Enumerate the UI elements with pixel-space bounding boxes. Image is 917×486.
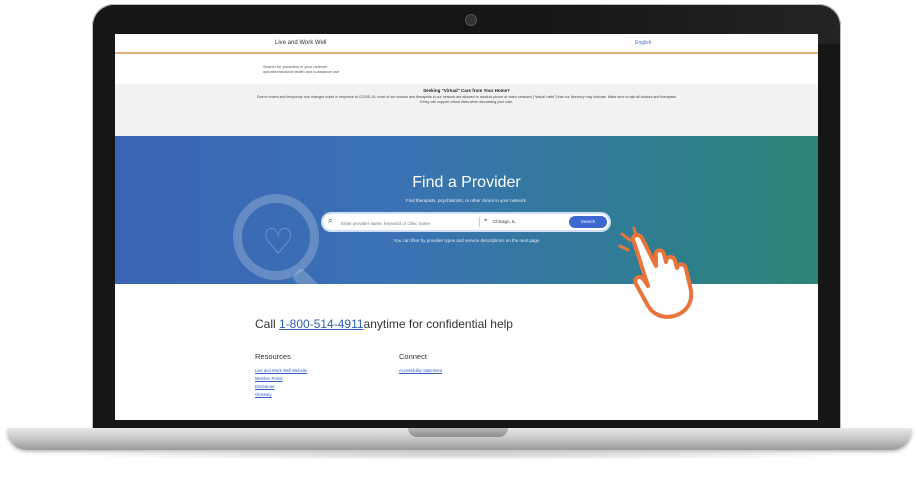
laptop-shadow: [40, 450, 880, 460]
hero-subtitle: Find therapists, psychiatrists, or other…: [405, 198, 528, 203]
provider-search-input[interactable]: [339, 217, 473, 229]
language-selector[interactable]: English: [635, 40, 651, 46]
camera-icon: [465, 14, 477, 26]
hero-title: Find a Provider: [412, 174, 521, 191]
call-prefix: Call: [255, 317, 276, 331]
notice-body: Due to recent and temporary rule changes…: [256, 95, 677, 104]
find-provider-hero: ♡ Find a Provider Find therapists, psych…: [115, 136, 818, 284]
notice-title: Seeking "Virtual" Care from Your Home?: [423, 88, 510, 93]
resources-heading: Resources: [255, 352, 291, 361]
site-brand[interactable]: Live and Work Well: [275, 40, 326, 46]
search-divider: [479, 217, 480, 227]
magnifier-handle: [291, 267, 333, 284]
search-intro-line2: optumbehavioral health and substance use: [263, 69, 340, 74]
virtual-care-notice: Seeking "Virtual" Care from Your Home? D…: [115, 84, 818, 136]
resource-link-disclaimer[interactable]: Disclaimer: [255, 384, 275, 389]
site-header: Live and Work Well English: [115, 34, 818, 54]
pointing-hand-icon: [618, 226, 694, 319]
search-button[interactable]: Search: [569, 216, 607, 228]
phone-number-link[interactable]: 1-800-514-4911: [279, 317, 364, 331]
call-line: Call 1-800-514-4911anytime for confident…: [255, 317, 513, 331]
hero-note: You can filter by provider types and ser…: [393, 238, 540, 243]
provider-search-bar: ⌕ ⌖ Chicago, IL Search: [323, 214, 609, 230]
location-field[interactable]: Chicago, IL: [493, 219, 516, 224]
call-suffix: anytime for confidential help: [363, 317, 513, 331]
location-icon: ⌖: [484, 218, 488, 224]
resource-link-member-portal[interactable]: Member Portal: [255, 376, 282, 381]
search-intro: Search for providers in your network opt…: [263, 64, 339, 74]
connect-heading: Connect: [399, 352, 427, 361]
resource-link-website[interactable]: Live and Work Well Website: [255, 368, 307, 373]
laptop-notch: [408, 428, 508, 437]
resource-link-glossary[interactable]: Glossary: [255, 392, 272, 397]
laptop-screen: Live and Work Well English Search for pr…: [115, 34, 818, 420]
connect-link-accessibility[interactable]: Accessibility Statement: [399, 368, 442, 373]
search-icon: ⌕: [328, 216, 333, 225]
